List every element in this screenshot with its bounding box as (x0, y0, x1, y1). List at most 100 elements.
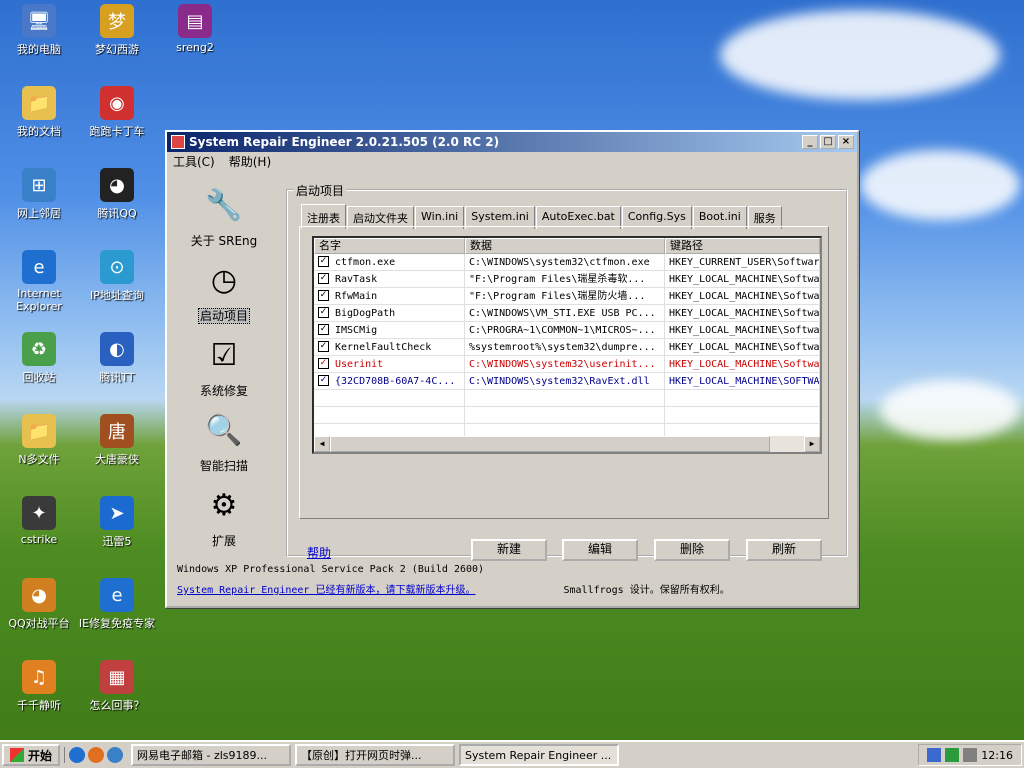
desktop-icon[interactable]: ♻ 回收站 (0, 332, 78, 385)
horizontal-scrollbar[interactable]: ◀ ▶ (314, 436, 820, 452)
startup-group: 启动项目 注册表 启动文件夹 Win.ini System.ini AutoExec.b… (286, 182, 848, 561)
desktop-icon[interactable]: ◕ 腾讯QQ (78, 168, 156, 221)
checkbox[interactable]: ✓ (318, 357, 329, 369)
sidebar-item[interactable]: ◷ 启动项目 (181, 257, 267, 332)
table-row[interactable]: ✓ KernelFaultCheck %systemroot%\system32\d… (314, 339, 820, 356)
sreng-window[interactable]: System Repair Engineer 2.0.21.505 (2.0 R… (165, 130, 859, 608)
sidebar-item[interactable]: ☑ 系统修复 (181, 332, 267, 407)
edit-button[interactable]: 编辑 (562, 539, 638, 561)
firefox-quicklaunch-icon[interactable] (88, 747, 105, 763)
cloud (720, 10, 1000, 100)
row-name: BigDogPath (335, 308, 396, 319)
row-data: C:\WINDOWS\system32\ctfmon.exe (465, 254, 665, 270)
column-path[interactable]: 键路径 (665, 238, 820, 254)
list-header: 名字 数据 键路径 (314, 238, 820, 254)
taskbar-app-mail[interactable]: 网易电子邮箱 - zls9189... (131, 744, 292, 766)
checkbox[interactable]: ✓ (318, 255, 329, 267)
desktop-icon[interactable]: e IE修复免疫专家 (78, 578, 156, 631)
desktop-icon[interactable]: e Internet Explorer (0, 250, 78, 313)
tab-panel: 名字 数据 键路径 ✓ ctfmon.exe C:\WINDOWS\system32… (299, 226, 829, 519)
desktop-icon[interactable]: ⊞ 网上邻居 (0, 168, 78, 221)
kart-icon: ◉ (100, 86, 134, 120)
delete-button[interactable]: 删除 (654, 539, 730, 561)
system-tray: 12:16 (918, 744, 1022, 766)
menu-help[interactable]: 帮助(H) (229, 153, 271, 170)
shield-tray-icon[interactable] (945, 748, 960, 762)
checkbox[interactable]: ✓ (318, 374, 329, 386)
checkbox[interactable]: ✓ (318, 289, 329, 301)
volume-tray-icon[interactable] (963, 748, 978, 762)
table-row[interactable]: ✓ IMSCMig C:\PROGRA~1\COMMON~1\MICROS~... H… (314, 322, 820, 339)
row-name: {32CD708B-60A7-4C... (335, 376, 456, 387)
archive-icon: ▤ (178, 4, 212, 38)
sidebar-item[interactable]: 🔍 智能扫描 (181, 407, 267, 482)
start-button[interactable]: 开始 (2, 744, 61, 766)
checkbox[interactable]: ✓ (318, 323, 329, 335)
table-row[interactable]: ✓ {32CD708B-60A7-4C... C:\WINDOWS\system32… (314, 373, 820, 390)
scroll-thumb[interactable] (330, 436, 770, 452)
desktop-icon-label: 腾讯QQ (97, 207, 137, 220)
cs-icon: ✦ (22, 496, 56, 530)
network-tray-icon[interactable] (927, 748, 942, 762)
checkbox[interactable]: ✓ (318, 306, 329, 318)
taskbar-app-sreng[interactable]: System Repair Engineer ... (459, 744, 620, 766)
table-row[interactable]: ✓ Userinit C:\WINDOWS\system32\userinit...… (314, 356, 820, 373)
datang-icon: 唐 (100, 414, 134, 448)
app-icon (171, 135, 185, 149)
column-data[interactable]: 数据 (465, 238, 665, 254)
desktop-icon[interactable]: ◐ 腾讯TT (78, 332, 156, 385)
table-row[interactable]: ✓ RavTask "F:\Program Files\瑞星杀毒软... HKEY_L… (314, 271, 820, 288)
close-button[interactable]: × (838, 135, 854, 149)
desktop-icon[interactable]: 梦梦幻西游 (78, 4, 156, 57)
desktop-icon[interactable]: ♫ 千千静听 (0, 660, 78, 713)
checkbox[interactable]: ✓ (318, 340, 329, 352)
new-button[interactable]: 新建 (471, 539, 547, 561)
maximize-button[interactable]: □ (820, 135, 836, 149)
help-link[interactable]: 帮助 (307, 544, 331, 561)
clock[interactable]: 12:16 (981, 749, 1013, 762)
title-bar[interactable]: System Repair Engineer 2.0.21.505 (2.0 R… (167, 132, 857, 152)
magnifier-icon: 🔍 (205, 412, 243, 448)
desktop-icon[interactable]: ◕ QQ对战平台 (0, 578, 78, 631)
update-link[interactable]: System Repair Engineer 已经有新版本，请下载新版本升级。 (177, 581, 475, 596)
desktop-icon[interactable]: ◉ 跑跑卡丁车 (78, 86, 156, 139)
desktop-icon[interactable]: 🖥 我的电脑 (0, 4, 78, 57)
row-name: ctfmon.exe (335, 257, 396, 268)
table-row[interactable]: ✓ ctfmon.exe C:\WINDOWS\system32\ctfmon.ex… (314, 254, 820, 271)
checklist-icon: ☑ (210, 337, 238, 373)
row-data: C:\WINDOWS\system32\RavExt.dll (465, 373, 665, 389)
quick-launch (64, 747, 127, 763)
startup-list[interactable]: 名字 数据 键路径 ✓ ctfmon.exe C:\WINDOWS\system32… (312, 236, 822, 454)
sidebar-item[interactable]: 🔧 关于 SREng (181, 182, 267, 257)
recycle-icon: ♻ (22, 332, 56, 366)
desktop-icon[interactable]: 📁 我的文档 (0, 86, 78, 139)
sidebar-item-label: 智能扫描 (199, 459, 248, 473)
doc-icon: ▦ (100, 660, 134, 694)
table-row[interactable]: ✓ RfwMain "F:\Program Files\瑞星防火墙... HKEY_L… (314, 288, 820, 305)
refresh-button[interactable]: 刷新 (746, 539, 822, 561)
desktop-icon-label: Internet Explorer (16, 287, 62, 313)
music-icon: ♫ (22, 660, 56, 694)
checkbox[interactable]: ✓ (318, 272, 329, 284)
menu-tools[interactable]: 工具(C) (173, 153, 215, 170)
column-name[interactable]: 名字 (314, 238, 465, 254)
computer-icon: 🖥 (22, 4, 56, 38)
ie-quicklaunch-icon[interactable] (69, 747, 86, 763)
table-row[interactable]: ✓ BigDogPath C:\WINDOWS\VM_STI.EXE USB PC.… (314, 305, 820, 322)
minimize-button[interactable]: _ (802, 135, 818, 149)
desktop-icon[interactable]: ▦ 怎么回事？ (78, 660, 156, 713)
scroll-left-button[interactable]: ◀ (314, 436, 330, 452)
desktop-icon[interactable]: 📁 N多文件 (0, 414, 78, 467)
desktop-icon[interactable]: ✦ cstrike (0, 496, 78, 546)
row-name: KernelFaultCheck (335, 342, 432, 353)
taskbar-app-forum[interactable]: 【原创】打开网页时弹... (295, 744, 456, 766)
sidebar-item[interactable]: ⚙ 扩展 (181, 482, 267, 557)
show-desktop-icon[interactable] (107, 747, 124, 763)
ie-icon: e (22, 250, 56, 284)
scroll-right-button[interactable]: ▶ (804, 436, 820, 452)
desktop-icon[interactable]: ▤ sreng2 (156, 4, 234, 54)
desktop-icon[interactable]: ⊙ IP地址查询 (78, 250, 156, 303)
desktop-icon[interactable]: 唐大唐豪侠 (78, 414, 156, 467)
desktop-icon-label: N多文件 (18, 453, 60, 466)
desktop-icon[interactable]: ➤ 迅雷5 (78, 496, 156, 549)
